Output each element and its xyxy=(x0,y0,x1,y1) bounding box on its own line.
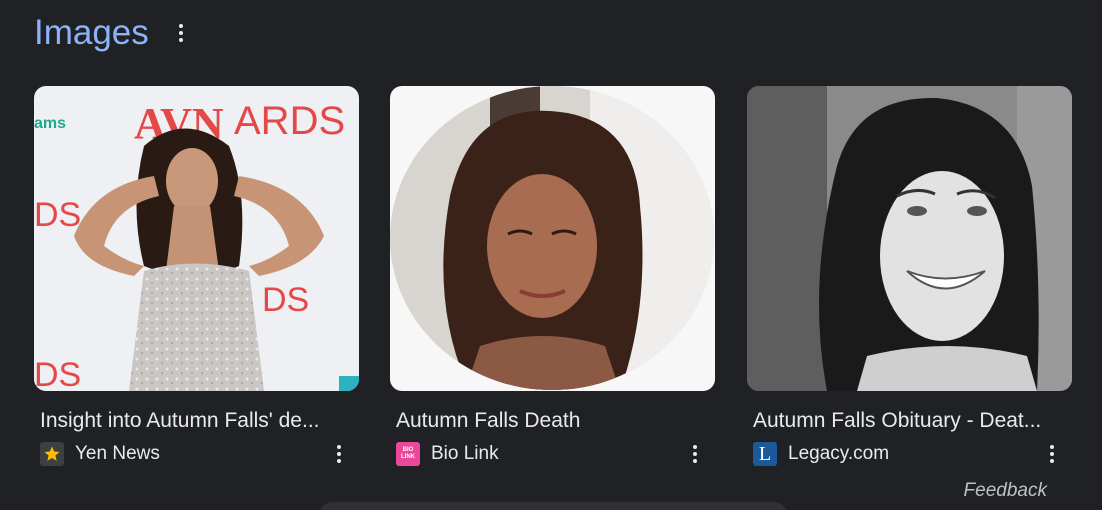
black-and-white-portrait-photo xyxy=(747,86,1072,391)
svg-text:ams: ams xyxy=(34,115,66,132)
bottom-bar xyxy=(318,502,788,510)
image-thumbnail-1[interactable]: AVN ARDS ams DS DS DS xyxy=(34,86,359,391)
svg-text:DS: DS xyxy=(34,196,81,234)
bio-link-icon: BIO LINK xyxy=(396,442,420,466)
image-card-title[interactable]: Insight into Autumn Falls' de... xyxy=(34,408,345,434)
source-name[interactable]: Bio Link xyxy=(431,443,499,465)
star-icon xyxy=(40,442,64,466)
section-title[interactable]: Images xyxy=(34,10,149,56)
more-options-icon[interactable] xyxy=(1046,443,1058,465)
source-name[interactable]: Yen News xyxy=(75,443,160,465)
svg-text:DS: DS xyxy=(262,281,309,319)
source-name[interactable]: Legacy.com xyxy=(788,443,889,465)
image-card-2[interactable]: Autumn Falls Death BIO LINK Bio Link xyxy=(390,86,715,466)
more-options-icon[interactable] xyxy=(689,443,701,465)
legacy-logo-icon: L xyxy=(753,442,777,466)
image-thumbnail-2[interactable] xyxy=(390,86,715,391)
image-source: Yen News xyxy=(34,442,359,466)
svg-text:DS: DS xyxy=(34,356,81,391)
section-header: Images xyxy=(34,10,187,56)
feedback-link[interactable]: Feedback xyxy=(964,480,1047,502)
svg-text:ARDS: ARDS xyxy=(234,99,345,143)
image-card-title[interactable]: Autumn Falls Death xyxy=(390,408,701,434)
image-card-1[interactable]: AVN ARDS ams DS DS DS Insight into Autum… xyxy=(34,86,359,466)
images-section: Images AVN ARDS ams DS DS DS Insight int… xyxy=(0,0,1102,510)
image-thumbnail-3[interactable] xyxy=(747,86,1072,391)
more-options-icon[interactable] xyxy=(333,443,345,465)
portrait-photo xyxy=(390,86,715,391)
image-card-3[interactable]: Autumn Falls Obituary - Deat... L Legacy… xyxy=(747,86,1072,466)
image-source: BIO LINK Bio Link xyxy=(390,442,715,466)
image-source: L Legacy.com xyxy=(747,442,1072,466)
image-card-title[interactable]: Autumn Falls Obituary - Deat... xyxy=(747,408,1058,434)
red-carpet-photo: AVN ARDS ams DS DS DS xyxy=(34,86,359,391)
more-options-icon[interactable] xyxy=(175,21,187,45)
